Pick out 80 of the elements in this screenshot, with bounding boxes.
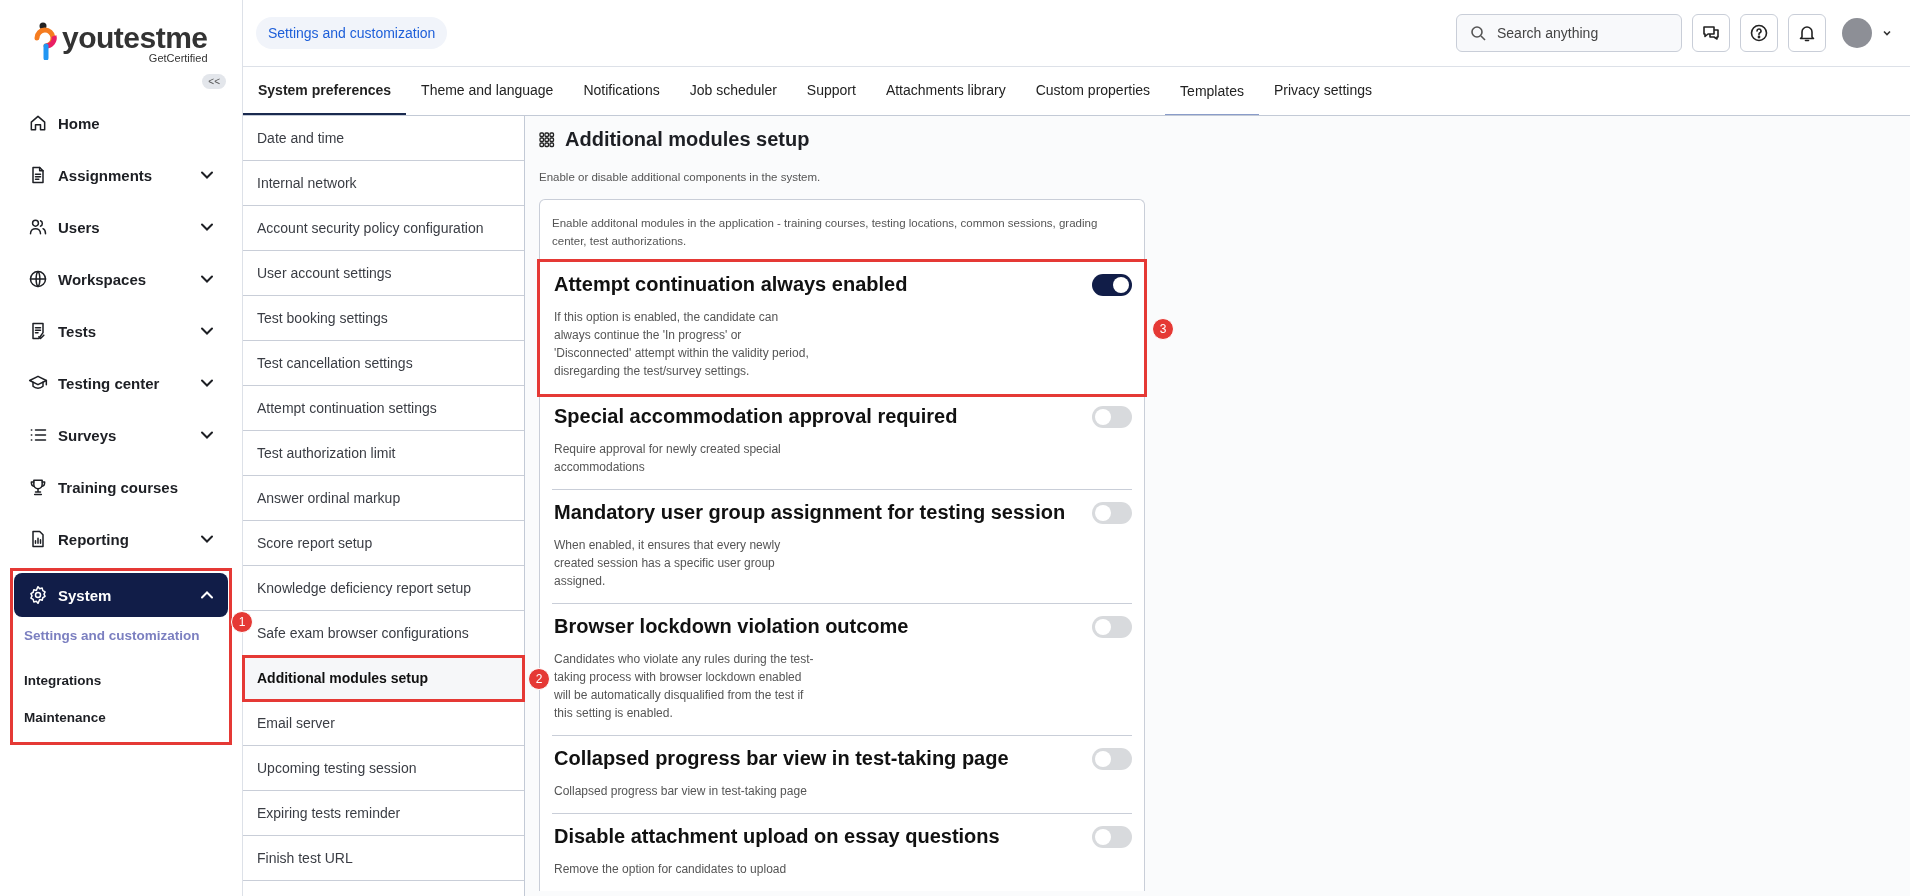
settings-menu-item[interactable]: Account security policy configuration xyxy=(243,206,524,251)
option-title: Disable attachment upload on essay questions xyxy=(554,825,1000,848)
tab[interactable]: Job scheduler xyxy=(674,67,792,115)
breadcrumb-chip[interactable]: Settings and customization xyxy=(256,17,448,49)
option-title: Special accommodation approval required xyxy=(554,405,958,428)
toggle-switch[interactable] xyxy=(1092,747,1132,770)
option-title: Mandatory user group assignment for testing session xyxy=(554,501,1066,524)
bell-icon xyxy=(1798,24,1816,42)
collapse-sidebar-button[interactable]: << xyxy=(202,74,226,89)
callout-badge: 3 xyxy=(1152,318,1174,340)
toggle-switch[interactable] xyxy=(1092,273,1132,296)
settings-menu-item[interactable]: User account settings xyxy=(243,251,524,296)
settings-menu-item[interactable]: Test booking settings xyxy=(243,296,524,341)
search-field[interactable]: Search anything xyxy=(1456,14,1682,52)
option-description: Require approval for newly created special accommodations xyxy=(554,441,782,476)
option-title: Collapsed progress bar view in test-taking page xyxy=(554,747,1009,770)
tab[interactable]: Theme and language xyxy=(406,67,569,115)
toggle-switch[interactable] xyxy=(1092,615,1132,638)
help-button[interactable] xyxy=(1740,14,1778,52)
settings-menu-item[interactable]: Internal network xyxy=(243,161,524,206)
sidebar-item[interactable]: Home xyxy=(14,97,228,149)
chat-button[interactable] xyxy=(1692,14,1730,52)
tab[interactable]: Privacy settings xyxy=(1258,67,1387,115)
sidebar-item[interactable]: Assignments xyxy=(14,149,228,201)
settings-menu-item[interactable]: Test authorization limit xyxy=(243,431,524,476)
tab[interactable]: Templates xyxy=(1165,67,1259,115)
notifications-button[interactable] xyxy=(1788,14,1826,52)
sidebar-subitem[interactable]: Maintenance xyxy=(14,699,228,736)
settings-menu-item[interactable]: Expiring tests reminder xyxy=(243,791,524,836)
logo-icon xyxy=(34,22,58,60)
tab[interactable]: Custom properties xyxy=(1020,67,1166,115)
caret-icon[interactable] xyxy=(1882,28,1892,38)
settings-menu-item[interactable]: Upcoming testing session xyxy=(243,746,524,791)
sidebar-item[interactable]: System xyxy=(14,573,228,617)
globe-icon xyxy=(28,269,48,289)
sidebar-item[interactable]: Surveys xyxy=(14,409,228,461)
option-description: If this option is enabled, the candidate can always continue the 'In progress' or 'Disconnected' attempt within the validity period, disregarding the test/survey settings. xyxy=(554,309,810,380)
page-subtitle: Enable or disable additional components in the system. xyxy=(539,171,822,183)
toggle-switch[interactable] xyxy=(1092,405,1132,428)
sidebar-subitem[interactable]: Integrations xyxy=(14,662,228,699)
logo-wordmark: youtestme xyxy=(62,22,208,54)
chat-icon xyxy=(1702,24,1720,42)
option-description: Collapsed progress bar view in test-taking page xyxy=(554,783,808,800)
tab[interactable]: Attachments library xyxy=(870,67,1021,115)
option-title: Browser lockdown violation outcome xyxy=(554,615,909,638)
settings-menu-item[interactable]: Test cancellation settings xyxy=(243,341,524,386)
settings-icon xyxy=(28,585,48,605)
sidebar-item[interactable]: Testing center xyxy=(14,357,228,409)
sidebar-item[interactable]: Reporting xyxy=(14,513,228,565)
trophy-icon xyxy=(28,477,48,497)
sidebar-item[interactable]: Users xyxy=(14,201,228,253)
settings-menu-item[interactable]: Knowledge deficiency report setup xyxy=(243,566,524,611)
users-icon xyxy=(28,217,48,237)
logo-tagline: GetCertified xyxy=(148,52,208,64)
callout-badge: 1 xyxy=(231,611,253,633)
sidebar-item[interactable]: Tests xyxy=(14,305,228,357)
option-description: Candidates who violate any rules during the test-taking process with browser lockdown enabled will be automatically disqualified from the test if this setting is enabled. xyxy=(554,651,815,722)
user-avatar[interactable] xyxy=(1842,18,1872,48)
toggle-switch[interactable] xyxy=(1092,825,1132,848)
tab[interactable]: System preferences xyxy=(243,67,407,115)
grid-icon xyxy=(539,131,555,148)
tab[interactable]: Support xyxy=(791,67,871,115)
sidebar-item[interactable]: Training courses xyxy=(14,461,228,513)
option-description: When enabled, it ensures that every newly created session has a specific user group assigned. xyxy=(554,537,782,590)
help-icon xyxy=(1750,24,1768,42)
settings-menu-item[interactable]: Finish test URL xyxy=(243,836,524,881)
option-title: Attempt continuation always enabled xyxy=(554,273,908,296)
settings-menu-item[interactable]: Answer ordinal markup xyxy=(243,476,524,521)
option-description: Remove the option for candidates to upload xyxy=(554,861,788,878)
card-intro: Enable additonal modules in the application - training courses, testing locations, common sessions, grading center, test authorizations. xyxy=(552,216,1099,249)
settings-menu-item[interactable]: Email server xyxy=(243,701,524,746)
sidebar-subitem[interactable]: Settings and customization xyxy=(14,617,228,654)
page-title: Additional modules setup xyxy=(565,128,810,151)
settings-menu-item[interactable]: Score report setup xyxy=(243,521,524,566)
settings-menu-item[interactable]: Date and time xyxy=(243,116,524,161)
home-icon xyxy=(28,113,48,133)
settings-menu-item[interactable]: Attempt continuation settings xyxy=(243,386,524,431)
toggle-switch[interactable] xyxy=(1092,501,1132,524)
tab[interactable]: Notifications xyxy=(568,67,675,115)
sidebar-item[interactable]: Workspaces xyxy=(14,253,228,305)
